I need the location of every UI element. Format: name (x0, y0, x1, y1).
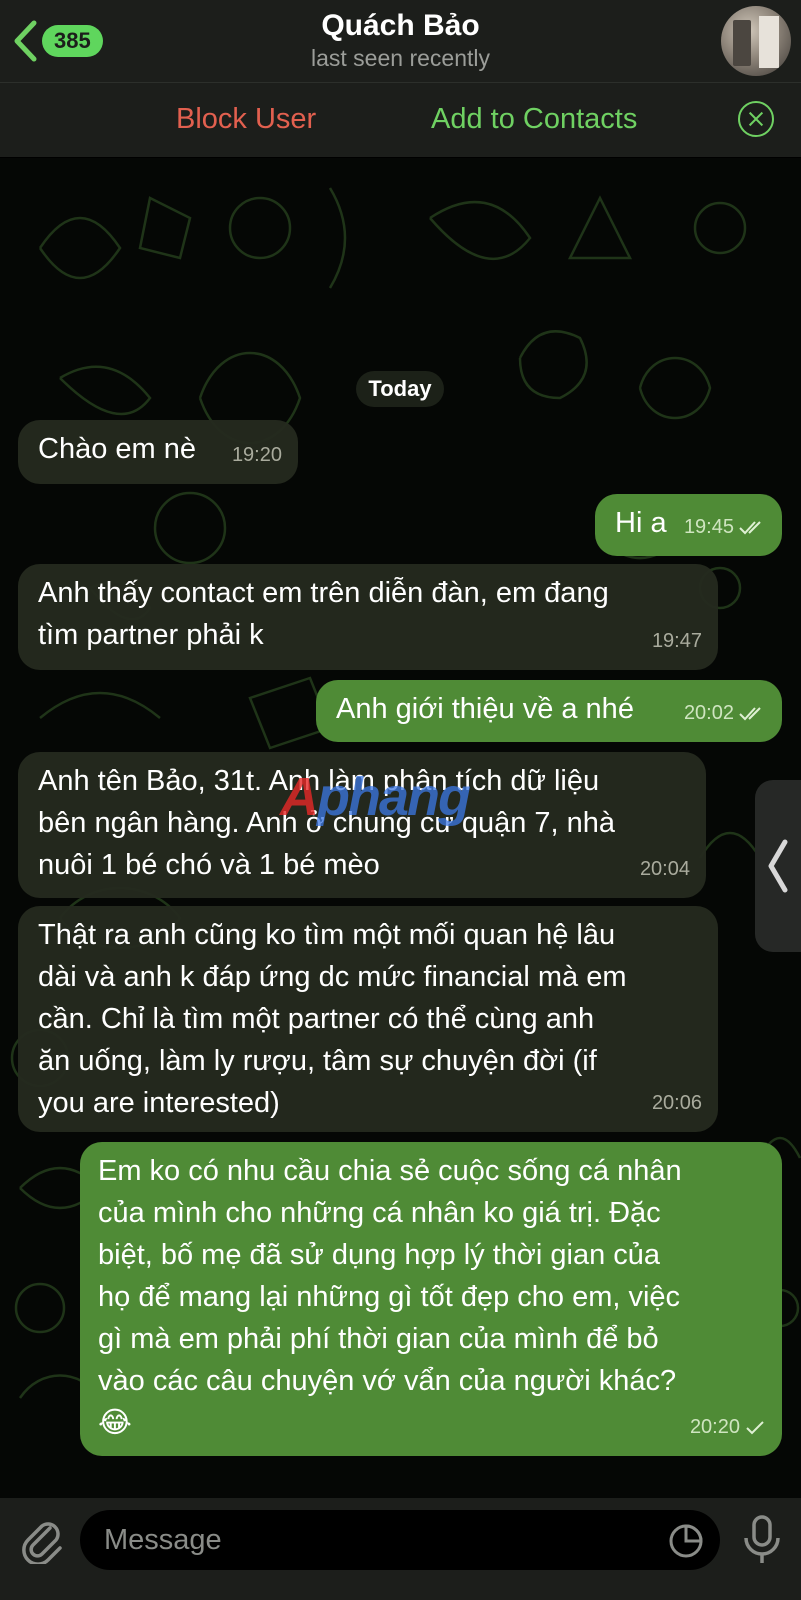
message-input-container[interactable] (80, 1510, 720, 1570)
message-time: 19:45 (683, 516, 734, 538)
message-meta: 19:47 (652, 620, 702, 662)
message-time: 20:06 (651, 1092, 702, 1114)
microphone-icon[interactable] (740, 1514, 784, 1566)
message-bubble-incoming[interactable]: Thật ra anh cũng ko tìm một mối quan hệ … (18, 906, 718, 1132)
message-meta: 20:06 (652, 1082, 702, 1124)
message-bubble-outgoing[interactable]: Anh giới thiệu về a nhé 20:02 (316, 680, 782, 742)
chat-title-area[interactable]: Quách Bảo last seen recently (0, 8, 801, 72)
message-meta: 20:02 (684, 692, 766, 734)
message-bubble-incoming[interactable]: Chào em nè 19:20 (18, 420, 298, 484)
side-panel-chevron-icon (768, 839, 788, 893)
date-separator: Today (356, 371, 444, 407)
double-check-icon (739, 707, 761, 721)
watermark-logo: Aphang (280, 767, 471, 827)
message-meta: 20:20 (690, 1406, 766, 1448)
contact-name: Quách Bảo (321, 9, 480, 42)
message-time: 19:47 (651, 630, 702, 652)
block-user-button[interactable]: Block User (176, 103, 316, 136)
message-input[interactable] (102, 1522, 626, 1558)
message-time: 19:20 (231, 444, 282, 466)
message-text: Hi a (615, 507, 667, 539)
double-check-icon (739, 521, 761, 535)
message-time: 20:04 (639, 858, 690, 880)
message-bubble-incoming[interactable]: Anh thấy contact em trên diễn đàn, em đa… (18, 564, 718, 670)
message-text: Anh giới thiệu về a nhé (336, 693, 634, 725)
message-text: Em ko có nhu cầu chia sẻ cuộc sống cá nh… (98, 1155, 682, 1439)
last-seen-status: last seen recently (311, 45, 490, 71)
avatar[interactable] (721, 6, 791, 76)
contact-action-bar: Block User Add to Contacts (0, 83, 801, 157)
message-text: Chào em nè (38, 433, 196, 465)
message-text: Thật ra anh cũng ko tìm một mối quan hệ … (38, 919, 627, 1119)
message-meta: 20:04 (640, 848, 690, 890)
message-bubble-outgoing[interactable]: Em ko có nhu cầu chia sẻ cuộc sống cá nh… (80, 1142, 782, 1456)
add-to-contacts-button[interactable]: Add to Contacts (431, 103, 637, 136)
single-check-icon (746, 1421, 764, 1435)
message-meta: 19:20 (232, 434, 282, 476)
message-time: 20:20 (689, 1416, 740, 1438)
message-text: Anh thấy contact em trên diễn đàn, em đa… (38, 577, 609, 651)
message-bubble-outgoing[interactable]: Hi a 19:45 (595, 494, 782, 556)
close-icon[interactable] (738, 101, 774, 137)
side-panel-tab[interactable] (755, 780, 801, 952)
message-input-bar (0, 1498, 801, 1600)
sticker-icon[interactable] (668, 1523, 704, 1559)
chat-area[interactable]: Today Chào em nè 19:20 Hi a 19:45 Anh th… (0, 158, 801, 1498)
paperclip-icon[interactable] (20, 1516, 64, 1564)
message-meta: 19:45 (684, 506, 766, 548)
message-time: 20:02 (683, 702, 734, 724)
chat-header: 385 Quách Bảo last seen recently (0, 0, 801, 83)
